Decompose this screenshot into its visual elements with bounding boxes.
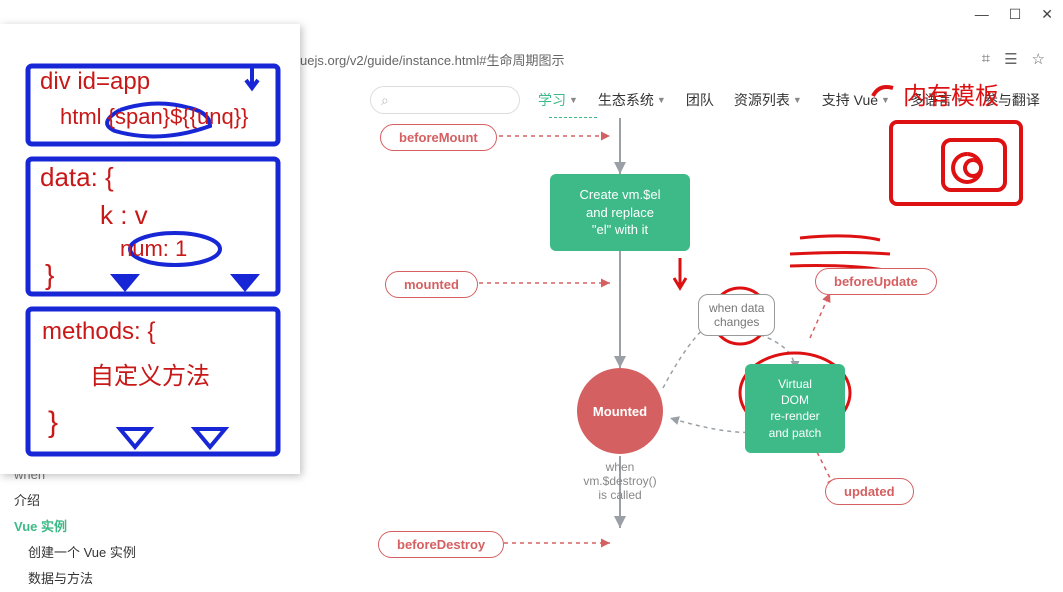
step-create-el: Create vm.$el and replace "el" with it xyxy=(550,174,690,251)
reader-icon[interactable]: ☰ xyxy=(1004,50,1017,68)
step-rerender: Virtual DOM re-render and patch xyxy=(745,364,845,453)
nav-support[interactable]: 支持 Vue▼ xyxy=(822,90,890,110)
hook-mounted: mounted xyxy=(385,271,478,298)
url-text: uejs.org/v2/guide/instance.html#生命周期图示 xyxy=(300,50,564,69)
hw-line: data: { xyxy=(40,162,114,192)
page-header: ⌕ 学习▼ 生态系统▼ 团队 资源列表▼ 支持 Vue▼ 多语言▼ 参与翻译 xyxy=(370,82,1055,118)
nav-team[interactable]: 团队 xyxy=(686,90,714,110)
state-mounted: Mounted xyxy=(577,368,663,454)
sidebar-item-create[interactable]: 创建一个 Vue 实例 xyxy=(14,540,234,566)
nav-ecosystem[interactable]: 生态系统▼ xyxy=(598,90,666,110)
hw-line: 自定义方法 xyxy=(90,363,210,390)
hw-line: html {span}${{unq}} xyxy=(60,104,248,129)
sidebar-item-instance[interactable]: Vue 实例 xyxy=(14,514,234,540)
hw-line: methods: { xyxy=(42,318,155,345)
window-minimize[interactable]: — xyxy=(975,6,989,23)
search-input[interactable]: ⌕ xyxy=(370,86,520,114)
nav-resources[interactable]: 资源列表▼ xyxy=(734,90,802,110)
nav-translate[interactable]: 参与翻译 xyxy=(984,90,1040,110)
hw-line: } xyxy=(45,259,54,290)
window-maximize[interactable]: ☐ xyxy=(1009,6,1022,23)
hw-line: } xyxy=(48,406,58,439)
hook-beforemount: beforeMount xyxy=(380,124,497,151)
window-close[interactable]: ✕ xyxy=(1041,6,1053,23)
qr-icon[interactable]: ⌗ xyxy=(982,50,990,68)
search-icon: ⌕ xyxy=(381,92,389,109)
hook-beforeupdate: beforeUpdate xyxy=(815,268,937,295)
address-bar[interactable]: uejs.org/v2/guide/instance.html#生命周期图示 ⌗… xyxy=(300,46,1051,72)
hook-updated: updated xyxy=(825,478,914,505)
hw-line: k : v xyxy=(100,200,148,230)
hw-line: div id=app xyxy=(40,68,150,95)
nav-learn[interactable]: 学习▼ xyxy=(538,90,578,110)
lifecycle-diagram: beforeMount Create vm.$el and replace "e… xyxy=(300,118,1063,572)
sidebar-item-intro[interactable]: 介绍 xyxy=(14,488,234,514)
nav-lang[interactable]: 多语言▼ xyxy=(910,90,964,110)
handwriting-overlay: div id=app html {span}${{unq}} data: { k… xyxy=(0,24,300,474)
cond-when-data: when data changes xyxy=(698,294,775,336)
hook-beforedestroy: beforeDestroy xyxy=(378,531,504,558)
sidebar-item-data[interactable]: 数据与方法 xyxy=(14,566,234,592)
doc-sidebar: when 介绍 Vue 实例 创建一个 Vue 实例 数据与方法 xyxy=(14,476,234,592)
label-when-destroy: when vm.$destroy() is called xyxy=(580,460,660,502)
favorite-icon[interactable]: ☆ xyxy=(1032,50,1045,68)
hw-line: num: 1 xyxy=(120,236,187,261)
